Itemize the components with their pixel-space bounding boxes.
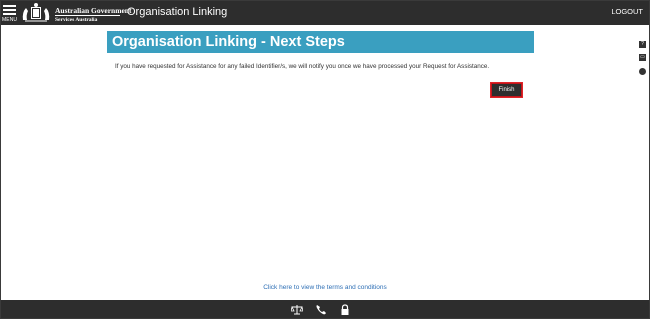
divider	[55, 15, 120, 16]
print-icon[interactable]: ▭	[639, 54, 646, 61]
lock-icon[interactable]	[339, 304, 351, 315]
app-title: Organisation Linking	[127, 6, 228, 18]
logout-link[interactable]: LOGOUT	[611, 7, 643, 16]
scales-icon[interactable]	[291, 304, 303, 315]
agency-name: Services Australia	[55, 17, 98, 23]
government-name: Australian Government	[55, 6, 132, 15]
header-bar: MENU Australian Government Services Aust…	[1, 1, 649, 25]
help-icon[interactable]: ?	[639, 41, 646, 48]
footer-bar	[1, 300, 649, 318]
phone-icon[interactable]	[315, 304, 327, 315]
terms-link[interactable]: Click here to view the terms and conditi…	[1, 284, 649, 291]
notification-message: If you have requested for Assistance for…	[115, 63, 490, 70]
hamburger-icon	[3, 5, 16, 7]
page-title: Organisation Linking - Next Steps	[107, 31, 534, 53]
menu-label: MENU	[2, 17, 18, 23]
finish-button[interactable]: Finish	[491, 83, 522, 97]
chat-icon[interactable]	[639, 68, 646, 75]
app-window: MENU Australian Government Services Aust…	[0, 0, 650, 319]
coat-of-arms-logo	[22, 3, 50, 22]
menu-button[interactable]: MENU	[2, 3, 18, 23]
